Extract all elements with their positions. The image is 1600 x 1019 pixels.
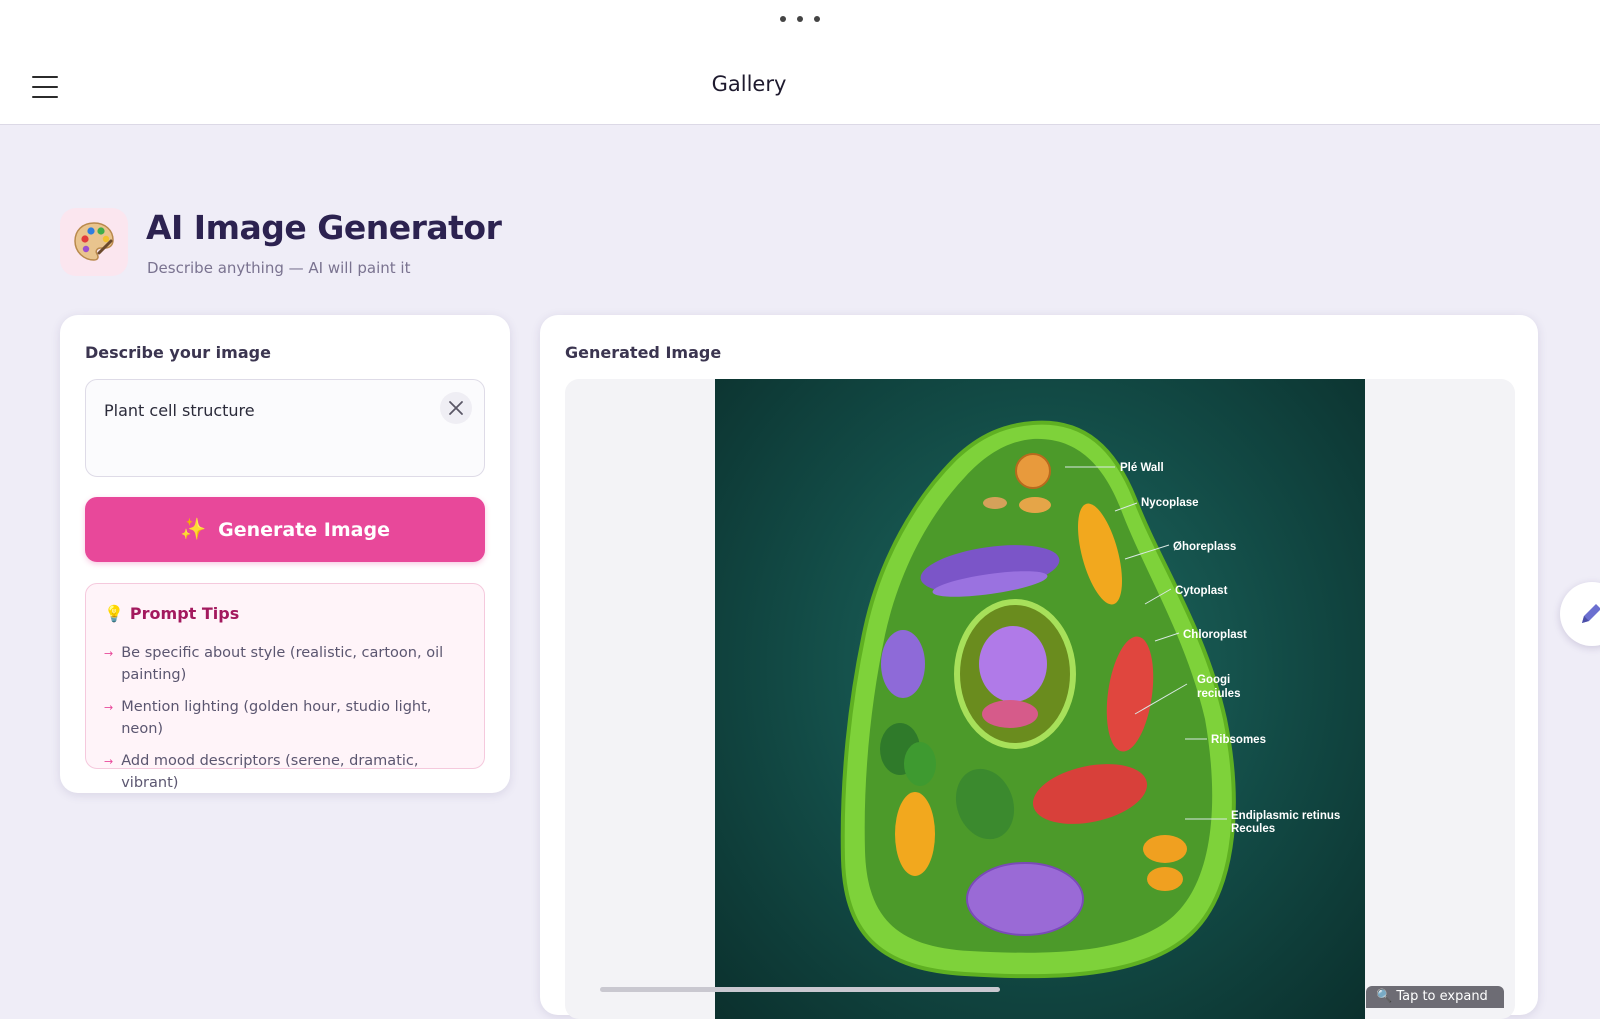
close-icon — [449, 401, 463, 415]
prompt-tips: 💡 Prompt Tips → Be specific about style (… — [85, 583, 485, 791]
horizontal-scrollbar[interactable] — [600, 987, 1000, 992]
cell-label: Endiplasmic retinus — [1231, 810, 1340, 822]
tip-item: → Be specific about style (realistic, car… — [104, 642, 472, 686]
prompt-label: Describe your image — [85, 343, 271, 362]
cell-label: Nycoplase — [1141, 497, 1199, 509]
cell-label: Recules — [1231, 823, 1275, 835]
nav-title: Gallery — [711, 72, 787, 96]
tips-title: Prompt Tips — [129, 604, 240, 623]
output-label: Generated Image — [565, 343, 722, 362]
generated-image[interactable]: Plé Wall Nycoplase Øhoreplass Cytoplast … — [715, 379, 1365, 1019]
pencil-icon — [1582, 604, 1600, 623]
output-card: Generated Image Plé Wall Nycoplase Øhore… — [540, 315, 1538, 1019]
arrow-icon: → — [104, 755, 114, 768]
tip-text: Add mood descriptors (serene, dramatic, … — [121, 753, 419, 791]
clear-button[interactable] — [440, 392, 472, 424]
tip-item: → Mention lighting (golden hour, studio l… — [104, 696, 472, 740]
arrow-icon: → — [104, 647, 114, 660]
cell-label: Cytoplast — [1175, 585, 1228, 597]
edit-button[interactable] — [1560, 582, 1600, 646]
cell-label: reciules — [1197, 688, 1240, 700]
cell-label: Plé Wall — [1120, 462, 1164, 474]
prompt-input-value[interactable]: Plant cell structure — [104, 401, 255, 420]
image-preview-area[interactable]: Plé Wall Nycoplase Øhoreplass Cytoplast … — [565, 379, 1515, 1019]
cell-label: Googi — [1197, 674, 1230, 686]
tip-text: Be specific about style (realistic, cart… — [121, 645, 444, 683]
more-options-icon[interactable] — [780, 14, 820, 24]
cell-label: Chloroplast — [1183, 629, 1247, 641]
generate-button-label: Generate Image — [218, 518, 390, 541]
page-subtitle: Describe anything — AI will paint it — [147, 259, 411, 277]
tip-text: Mention lighting (golden hour, studio li… — [121, 699, 432, 737]
tips-list: → Be specific about style (realistic, car… — [104, 642, 472, 804]
top-bar: Gallery — [0, 0, 1600, 125]
tips-heading: 💡 Prompt Tips — [104, 604, 239, 623]
cell-label: Ribsomes — [1211, 734, 1266, 746]
prompt-input[interactable]: Plant cell structure — [85, 379, 485, 477]
menu-icon[interactable] — [32, 76, 58, 98]
page-title: AI Image Generator — [146, 208, 502, 247]
generate-image-button[interactable]: ✨ Generate Image — [85, 497, 485, 562]
sparkles-icon: ✨ — [179, 517, 207, 541]
tip-item: → Add mood descriptors (serene, dramatic,… — [104, 750, 472, 794]
arrow-icon: → — [104, 701, 114, 714]
cell-label: Øhoreplass — [1173, 541, 1236, 553]
expand-hint[interactable]: 🔍 Tap to expand — [1366, 986, 1504, 1008]
palette-icon — [60, 208, 128, 276]
lightbulb-icon: 💡 — [104, 604, 124, 623]
prompt-card: Describe your image Plant cell structure… — [60, 315, 510, 793]
